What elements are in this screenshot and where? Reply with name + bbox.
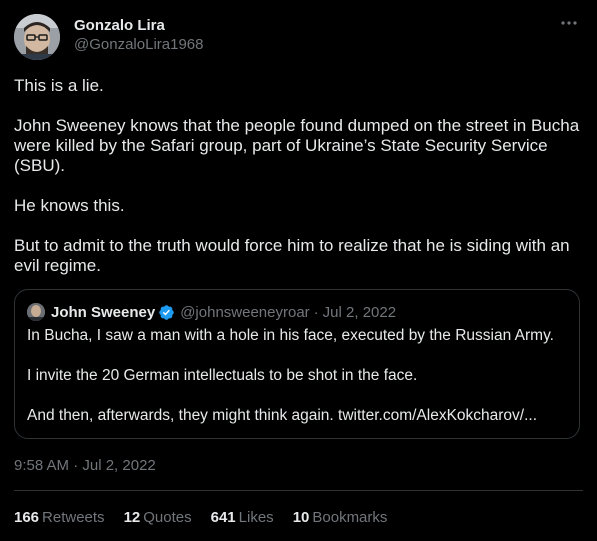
stat-label: Likes [238,509,274,526]
divider [14,490,583,491]
stat-retweets[interactable]: 166 Retweets [14,508,105,528]
author-display-name[interactable]: Gonzalo Lira [74,17,203,35]
quoted-tweet-header: John Sweeney @johnsweeneyroar · Jul 2, 2… [27,302,396,322]
tweet-paragraph: This is a lie. [14,76,104,95]
separator-dot: · [313,303,319,321]
stat-label: Bookmarks [312,509,388,526]
quoted-tweet[interactable]: John Sweeney @johnsweeneyroar · Jul 2, 2… [14,289,580,439]
quoted-author-name[interactable]: John Sweeney [51,304,155,321]
stat-label: Retweets [42,509,105,526]
author-handle[interactable]: @GonzaloLira1968 [74,35,203,55]
quoted-tweet-paragraph: In Bucha, I saw a man with a hole in his… [27,327,554,344]
tweet-timestamp[interactable]: 9:58 AM · Jul 2, 2022 [14,456,156,476]
quoted-tweet-paragraph: And then, afterwards, they might think a… [27,407,538,424]
quoted-tweet-paragraph: I invite the 20 German intellectuals to … [27,367,418,384]
verified-badge-icon [159,304,174,320]
stat-bookmarks[interactable]: 10 Bookmarks [293,508,388,528]
quoted-tweet-text: In Bucha, I saw a man with a hole in his… [27,326,567,446]
author-avatar[interactable] [14,14,60,60]
stat-likes[interactable]: 641 Likes [211,508,274,528]
stat-count: 641 [210,509,236,526]
quoted-author-avatar[interactable] [27,303,45,321]
author-info: Gonzalo Lira @GonzaloLira1968 [74,17,203,55]
tweet-paragraph: He knows this. [14,196,125,215]
tweet: Gonzalo Lira @GonzaloLira1968 This is a … [0,0,597,541]
engagement-stats: 166 Retweets 12 Quotes 641 Likes 10 Bookmark… [14,508,406,528]
quoted-tweet-date[interactable]: Jul 2, 2022 [323,304,396,321]
tweet-paragraph: John Sweeney knows that the people found… [14,116,580,175]
avatar-image [14,14,60,60]
quoted-author-handle[interactable]: @johnsweeneyroar [180,304,309,321]
tweet-paragraph: But to admit to the truth would force hi… [14,236,570,275]
stat-quotes[interactable]: 12 Quotes [124,508,192,528]
stat-count: 12 [123,509,141,526]
stat-label: Quotes [143,509,192,526]
tweet-header: Gonzalo Lira @GonzaloLira1968 [14,12,583,62]
tweet-text: This is a lie. John Sweeney knows that t… [14,76,584,296]
stat-count: 166 [14,509,40,526]
stat-count: 10 [292,509,310,526]
more-horizontal-icon[interactable] [559,14,579,34]
